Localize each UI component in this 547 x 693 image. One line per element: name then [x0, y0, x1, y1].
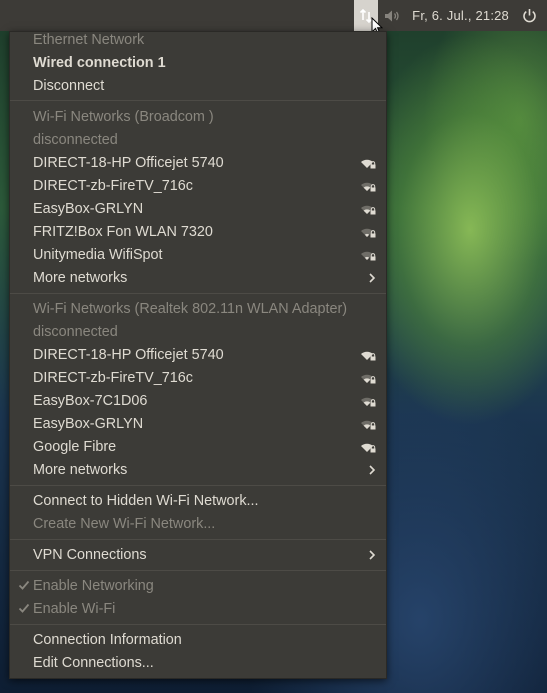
- separator: [10, 100, 386, 101]
- disconnect-item[interactable]: Disconnect: [10, 74, 386, 97]
- vpn-connections-item[interactable]: VPN Connections: [10, 543, 386, 566]
- ethernet-header: Ethernet Network: [33, 31, 145, 48]
- wifi-network-item[interactable]: EasyBox-7C1D06: [10, 389, 386, 412]
- wifi-secure-icon: [361, 182, 376, 191]
- wifi-network-item[interactable]: FRITZ!Box Fon WLAN 7320: [10, 220, 386, 243]
- network-menu: Ethernet Network Wired connection 1 Disc…: [9, 31, 387, 679]
- wifi-secure-icon: [361, 420, 376, 429]
- chevron-right-icon: [369, 272, 376, 283]
- speaker-icon: [385, 10, 399, 21]
- separator: [10, 485, 386, 486]
- connection-information-item[interactable]: Connection Information: [10, 628, 386, 651]
- separator: [10, 293, 386, 294]
- session-indicator[interactable]: [515, 0, 547, 31]
- wifi-realtek-header: Wi-Fi Networks (Realtek 802.11n WLAN Ada…: [33, 300, 348, 317]
- wifi-network-item[interactable]: DIRECT-18-HP Officejet 5740: [10, 343, 386, 366]
- wifi-secure-icon: [361, 251, 376, 260]
- wifi-network-item[interactable]: Unitymedia WifiSpot: [10, 243, 386, 266]
- wifi-secure-icon: [361, 205, 376, 214]
- wifi-secure-icon: [361, 397, 376, 406]
- wifi-network-item[interactable]: Google Fibre: [10, 435, 386, 458]
- create-new-wifi-item: Create New Wi-Fi Network...: [33, 515, 216, 532]
- checkmark-icon: [18, 580, 30, 590]
- wifi-network-item[interactable]: DIRECT-zb-FireTV_716c: [10, 174, 386, 197]
- chevron-right-icon: [369, 464, 376, 475]
- more-networks-realtek[interactable]: More networks: [10, 458, 386, 481]
- wifi-network-item[interactable]: EasyBox-GRLYN: [10, 197, 386, 220]
- checkmark-icon: [18, 603, 30, 613]
- separator: [10, 624, 386, 625]
- wifi-network-item[interactable]: EasyBox-GRLYN: [10, 412, 386, 435]
- power-icon: [522, 9, 536, 23]
- wifi-realtek-status: disconnected: [33, 323, 118, 340]
- chevron-right-icon: [369, 549, 376, 560]
- top-panel: Fr, 6. Jul., 21:28: [0, 0, 547, 31]
- separator: [10, 570, 386, 571]
- wifi-secure-icon: [361, 351, 376, 360]
- clock[interactable]: Fr, 6. Jul., 21:28: [408, 8, 515, 23]
- wifi-secure-icon: [361, 228, 376, 237]
- enable-networking-item[interactable]: Enable Networking: [10, 574, 386, 597]
- wifi-secure-icon: [361, 374, 376, 383]
- wifi-secure-icon: [361, 159, 376, 168]
- wifi-broadcom-status: disconnected: [33, 131, 118, 148]
- edit-connections-item[interactable]: Edit Connections...: [10, 651, 386, 674]
- wifi-network-item[interactable]: DIRECT-18-HP Officejet 5740: [10, 151, 386, 174]
- more-networks-broadcom[interactable]: More networks: [10, 266, 386, 289]
- enable-wifi-item[interactable]: Enable Wi-Fi: [10, 597, 386, 620]
- separator: [10, 539, 386, 540]
- wired-connection-item[interactable]: Wired connection 1: [10, 51, 386, 74]
- wifi-secure-icon: [361, 443, 376, 452]
- wifi-network-item[interactable]: DIRECT-zb-FireTV_716c: [10, 366, 386, 389]
- wifi-broadcom-header: Wi-Fi Networks (Broadcom ): [33, 108, 214, 125]
- connect-hidden-wifi-item[interactable]: Connect to Hidden Wi-Fi Network...: [10, 489, 386, 512]
